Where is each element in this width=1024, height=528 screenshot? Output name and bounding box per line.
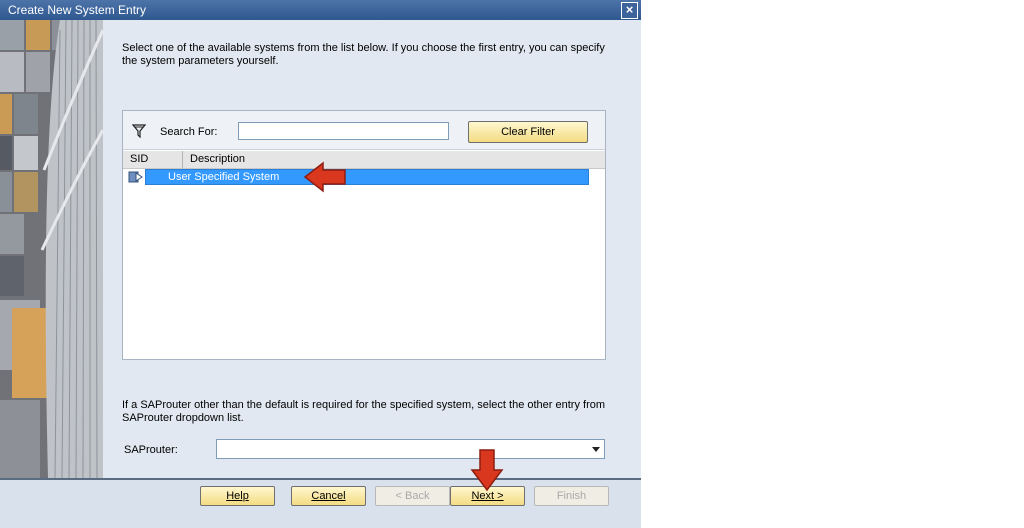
clear-filter-button[interactable]: Clear Filter — [468, 121, 588, 143]
system-entry-icon — [128, 171, 143, 183]
system-list-panel: Search For: Clear Filter SID Description… — [122, 110, 606, 360]
close-button[interactable]: × — [621, 2, 638, 19]
annotation-arrow-down-icon — [470, 449, 504, 492]
search-bar: Search For: Clear Filter — [123, 111, 605, 150]
search-input[interactable] — [238, 122, 449, 140]
chevron-down-icon — [592, 447, 600, 452]
content-area: Select one of the available systems from… — [103, 20, 641, 478]
annotation-arrow-left-icon — [303, 161, 346, 193]
window-title: Create New System Entry — [8, 3, 147, 17]
column-header-row: SID Description — [123, 151, 605, 169]
back-button[interactable]: < Back — [375, 486, 450, 506]
search-label: Search For: — [160, 126, 218, 138]
column-header-description[interactable]: Description — [184, 151, 604, 168]
saprouter-hint: If a SAProuter other than the default is… — [122, 399, 606, 424]
intro-text: Select one of the available systems from… — [122, 42, 605, 67]
decorative-building-image — [0, 20, 103, 478]
column-header-sid[interactable]: SID — [123, 151, 183, 168]
help-button[interactable]: Help — [200, 486, 275, 506]
row-description: User Specified System — [168, 171, 280, 183]
close-icon: × — [625, 2, 634, 17]
title-bar: Create New System Entry × — [0, 0, 641, 20]
filter-icon — [132, 124, 146, 138]
finish-button[interactable]: Finish — [534, 486, 609, 506]
create-system-dialog: Create New System Entry × Select one of … — [0, 0, 641, 528]
saprouter-dropdown[interactable] — [216, 439, 605, 459]
cancel-button[interactable]: Cancel — [291, 486, 366, 506]
table-row[interactable]: User Specified System — [123, 161, 589, 193]
saprouter-label: SAProuter: — [124, 444, 178, 456]
